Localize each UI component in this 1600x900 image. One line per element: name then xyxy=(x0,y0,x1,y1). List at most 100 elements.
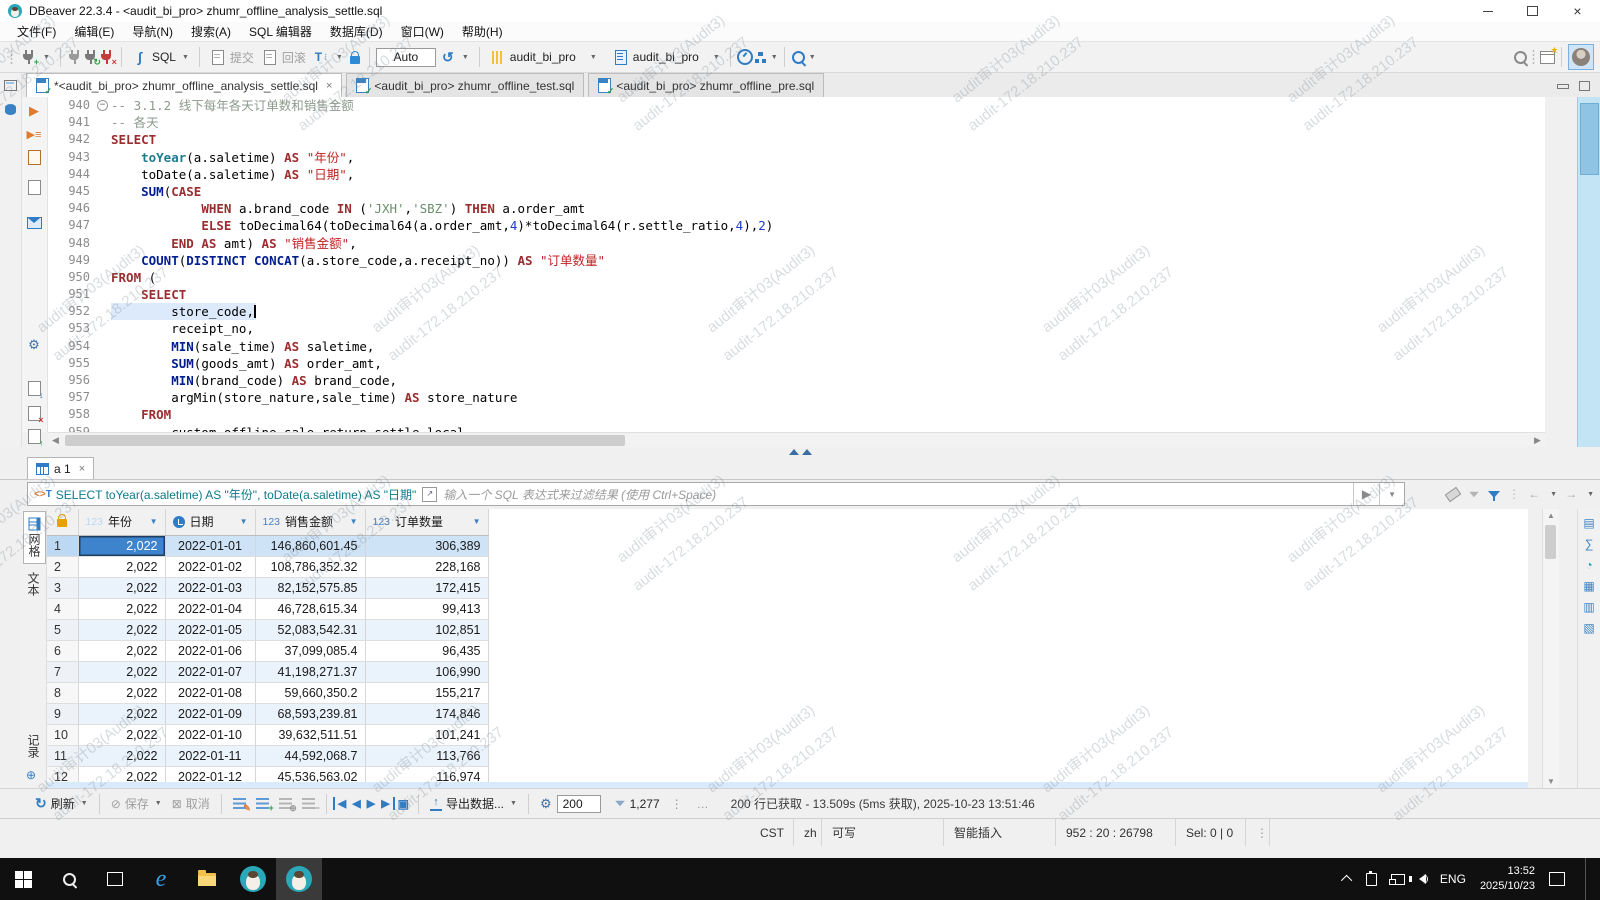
grid-cell[interactable]: 228,168 xyxy=(365,556,489,578)
start-button[interactable] xyxy=(0,858,46,900)
fetch-settings-button[interactable]: ⚙ xyxy=(535,796,557,812)
editor-horizontal-scrollbar[interactable]: ◀ ▶ xyxy=(48,432,1545,447)
tray-expand-icon[interactable] xyxy=(1340,874,1353,887)
menu-item[interactable]: 窗口(W) xyxy=(392,23,453,40)
save-button[interactable]: ⊘ 保存 ▼ xyxy=(106,795,167,812)
file-explorer-button[interactable] xyxy=(184,858,230,900)
grid-cell[interactable]: 2,022 xyxy=(78,745,166,767)
grid-cell[interactable]: 2022-01-07 xyxy=(165,661,256,683)
minimize-panel-icon[interactable] xyxy=(1557,83,1569,89)
explain-plan-button[interactable] xyxy=(26,179,42,195)
delete-row-button[interactable]: − xyxy=(297,798,320,813)
chevron-down-icon[interactable]: ▼ xyxy=(336,54,343,61)
restore-panel-icon[interactable] xyxy=(2,77,18,93)
grid-cell[interactable]: 2,022 xyxy=(78,640,166,662)
grid-cell[interactable]: 172,415 xyxy=(365,577,489,599)
search-blue-icon[interactable] xyxy=(791,49,807,65)
editor-tab[interactable]: *<audit_bi_pro> zhumr_offline_analysis_s… xyxy=(26,73,343,97)
query-history-button[interactable]: ↺ ▼ xyxy=(436,47,473,67)
commit-mode-icon[interactable] xyxy=(753,49,769,65)
chevron-down-icon[interactable]: ▼ xyxy=(81,800,88,807)
scroll-up-icon[interactable]: ▲ xyxy=(1543,511,1559,520)
row-number[interactable]: 11 xyxy=(47,745,79,767)
chevron-down-icon[interactable]: ▼ xyxy=(155,800,162,807)
export-result-button[interactable] xyxy=(26,215,42,231)
grid-cell[interactable]: 2,022 xyxy=(78,577,166,599)
rollback-button[interactable]: 回滚 xyxy=(258,47,310,68)
table-row[interactable]: 4 2,022 2022-01-04 46,728,615.34 99,413 xyxy=(47,598,489,620)
grid-cell[interactable]: 59,660,350.2 xyxy=(255,682,366,704)
panel-chart-icon[interactable]: ▥ xyxy=(1583,601,1594,613)
grid-cell[interactable]: 155,217 xyxy=(365,682,489,704)
editor-tab[interactable]: <audit_bi_pro> zhumr_offline_pre.sql xyxy=(588,73,825,97)
network-tray-icon[interactable] xyxy=(1388,873,1405,885)
collapse-up-icon[interactable] xyxy=(801,449,812,455)
menu-item[interactable]: 文件(F) xyxy=(8,23,65,40)
row-number[interactable]: 3 xyxy=(47,577,79,599)
scrollbar-thumb[interactable] xyxy=(1545,525,1556,559)
grid-cell[interactable]: 2,022 xyxy=(78,619,166,641)
clock[interactable]: 13:52 2025/10/23 xyxy=(1480,864,1535,894)
edit-row-button[interactable]: ✎ xyxy=(228,798,251,813)
connect-icon[interactable] xyxy=(67,49,83,65)
table-row[interactable]: 9 2,022 2022-01-09 68,593,239.81 174,846 xyxy=(47,703,489,725)
focus-row-button[interactable]: ▣ xyxy=(395,797,412,811)
row-number[interactable]: 7 xyxy=(47,661,79,683)
chevron-down-icon[interactable]: ▼ xyxy=(43,54,50,61)
database-selector[interactable]: audit_bi_pro ▼ xyxy=(609,47,724,67)
grid-cell[interactable]: 2,022 xyxy=(78,598,166,620)
volume-tray-icon[interactable] xyxy=(1408,874,1428,884)
dbeaver-taskbar-button[interactable] xyxy=(230,858,276,900)
refresh-button[interactable]: ↻ 刷新 ▼ xyxy=(30,795,93,812)
close-icon[interactable]: × xyxy=(79,463,85,475)
minimize-button[interactable] xyxy=(1465,0,1510,22)
maximize-button[interactable] xyxy=(1510,0,1555,22)
row-number[interactable]: 5 xyxy=(47,619,79,641)
scrollbar-thumb[interactable] xyxy=(1580,103,1599,175)
grid-cell[interactable]: 101,241 xyxy=(365,724,489,746)
connection-selector[interactable]: audit_bi_pro ▼ xyxy=(486,47,601,67)
new-connection-button[interactable]: + ▼ xyxy=(17,47,54,67)
add-row-button[interactable]: + xyxy=(251,798,274,813)
transaction-mode-button[interactable]: T ⋮ ▼ xyxy=(310,47,347,67)
tab-grid[interactable]: 网格 xyxy=(23,511,46,564)
internet-explorer-button[interactable]: e xyxy=(138,858,184,900)
column-header[interactable]: 123 年份 ▼ xyxy=(78,509,166,536)
chevron-down-icon[interactable]: ▼ xyxy=(771,54,778,61)
scrollbar-thumb[interactable] xyxy=(65,434,625,446)
menu-item[interactable]: 搜索(A) xyxy=(182,23,240,40)
fold-marker-icon[interactable] xyxy=(95,97,111,114)
table-row[interactable]: 7 2,022 2022-01-07 41,198,271.37 106,990 xyxy=(47,661,489,683)
grid-cell[interactable]: 2,022 xyxy=(78,703,166,725)
column-menu-icon[interactable]: ▼ xyxy=(350,517,358,526)
table-row[interactable]: 11 2,022 2022-01-11 44,592,068.7 113,766 xyxy=(47,745,489,767)
txn-mode-combo[interactable]: Auto xyxy=(375,47,436,67)
grid-cell[interactable]: 41,198,271.37 xyxy=(255,661,366,683)
settings-gear-icon[interactable]: ⚙ xyxy=(26,337,42,353)
column-menu-icon[interactable]: ▼ xyxy=(150,517,158,526)
grid-cell[interactable]: 2,022 xyxy=(78,661,166,683)
chevron-down-icon[interactable]: ▼ xyxy=(510,800,517,807)
editor-vertical-scrollbar[interactable] xyxy=(1577,97,1600,447)
export-data-button[interactable]: ↑ 导出数据... ▼ xyxy=(425,795,522,812)
chevron-down-icon[interactable]: ▼ xyxy=(713,54,720,61)
unsaved-file-icon[interactable] xyxy=(26,405,44,425)
chevron-down-icon[interactable]: ▼ xyxy=(462,54,469,61)
task-view-button[interactable] xyxy=(92,858,138,900)
grid-cell[interactable]: 306,389 xyxy=(365,535,489,557)
lock-icon[interactable] xyxy=(347,49,363,65)
panel-metadata-icon[interactable]: ◔ xyxy=(1585,559,1592,571)
menu-item[interactable]: 数据库(D) xyxy=(321,23,392,40)
row-number[interactable]: 4 xyxy=(47,598,79,620)
menu-item[interactable]: 帮助(H) xyxy=(453,23,512,40)
execute-script-button[interactable]: ▶≡ xyxy=(26,126,42,142)
fetch-size-input[interactable]: 200 xyxy=(556,794,601,813)
grid-corner-cell[interactable] xyxy=(47,509,79,536)
perspective-icon[interactable] xyxy=(1539,45,1559,65)
previous-row-button[interactable]: ◀ xyxy=(349,797,363,810)
first-row-button[interactable]: ◀ xyxy=(332,797,349,810)
execute-statement-button[interactable]: ▶ xyxy=(26,103,42,119)
grid-cell[interactable]: 44,592,068.7 xyxy=(255,745,366,767)
grid-cell[interactable]: 52,083,542.31 xyxy=(255,619,366,641)
grid-cell[interactable]: 68,593,239.81 xyxy=(255,703,366,725)
